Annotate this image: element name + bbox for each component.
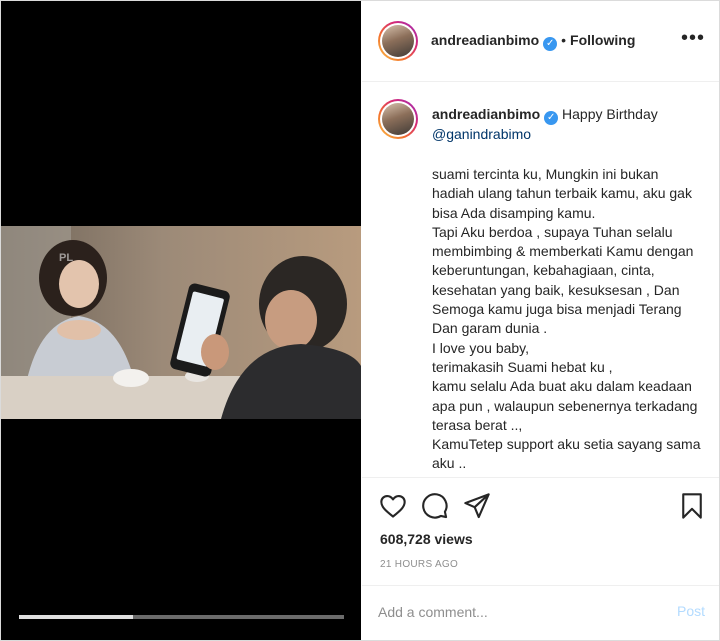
caption-text: suami tercinta ku, Mungkin ini bukan had… xyxy=(432,166,701,475)
caption-verified-icon: ✓ xyxy=(544,111,559,125)
video-scene xyxy=(1,226,361,419)
share-icon[interactable] xyxy=(463,492,491,520)
heart-icon[interactable] xyxy=(379,492,407,520)
comment-input[interactable] xyxy=(378,602,648,622)
caption-opening: Happy Birthday xyxy=(562,106,658,122)
caption-username[interactable]: andreadianbimo xyxy=(432,106,540,122)
comment-bar: Post xyxy=(362,585,719,641)
media-area[interactable]: PL xyxy=(1,1,361,640)
header-username[interactable]: andreadianbimo xyxy=(431,32,539,48)
bookmark-icon[interactable] xyxy=(678,492,706,520)
post-modal: PL andreadianbimo ✓ • Following ••• andread… xyxy=(0,0,720,641)
action-bar: 608,728 views 21 HOURS AGO xyxy=(362,477,719,598)
post-header: andreadianbimo ✓ • Following ••• xyxy=(362,1,719,82)
avatar[interactable] xyxy=(378,21,418,61)
more-options-icon[interactable]: ••• xyxy=(681,27,705,50)
post-timestamp[interactable]: 21 HOURS AGO xyxy=(380,559,458,570)
video-watermark: PL xyxy=(59,252,74,264)
verified-badge-icon: ✓ xyxy=(543,37,558,51)
caption-avatar[interactable] xyxy=(378,99,418,139)
video-progress-fill xyxy=(19,615,133,619)
post-comment-button[interactable]: Post xyxy=(677,603,705,619)
video-frame[interactable]: PL xyxy=(1,226,361,419)
caption-scroll[interactable]: andreadianbimo ✓ Happy Birthday @ganindra… xyxy=(362,83,719,475)
post-panel: andreadianbimo ✓ • Following ••• andreadian… xyxy=(362,1,719,640)
caption-mention-link[interactable]: @ganindrabimo xyxy=(432,126,531,142)
following-button[interactable]: Following xyxy=(570,32,635,48)
comment-icon[interactable] xyxy=(421,492,449,520)
header-user-line: andreadianbimo ✓ • Following xyxy=(431,32,635,51)
separator-dot: • xyxy=(561,32,567,48)
view-count[interactable]: 608,728 views xyxy=(380,531,473,547)
video-progress-bar[interactable] xyxy=(19,615,344,619)
caption-head: andreadianbimo ✓ Happy Birthday @ganindra… xyxy=(432,105,702,144)
